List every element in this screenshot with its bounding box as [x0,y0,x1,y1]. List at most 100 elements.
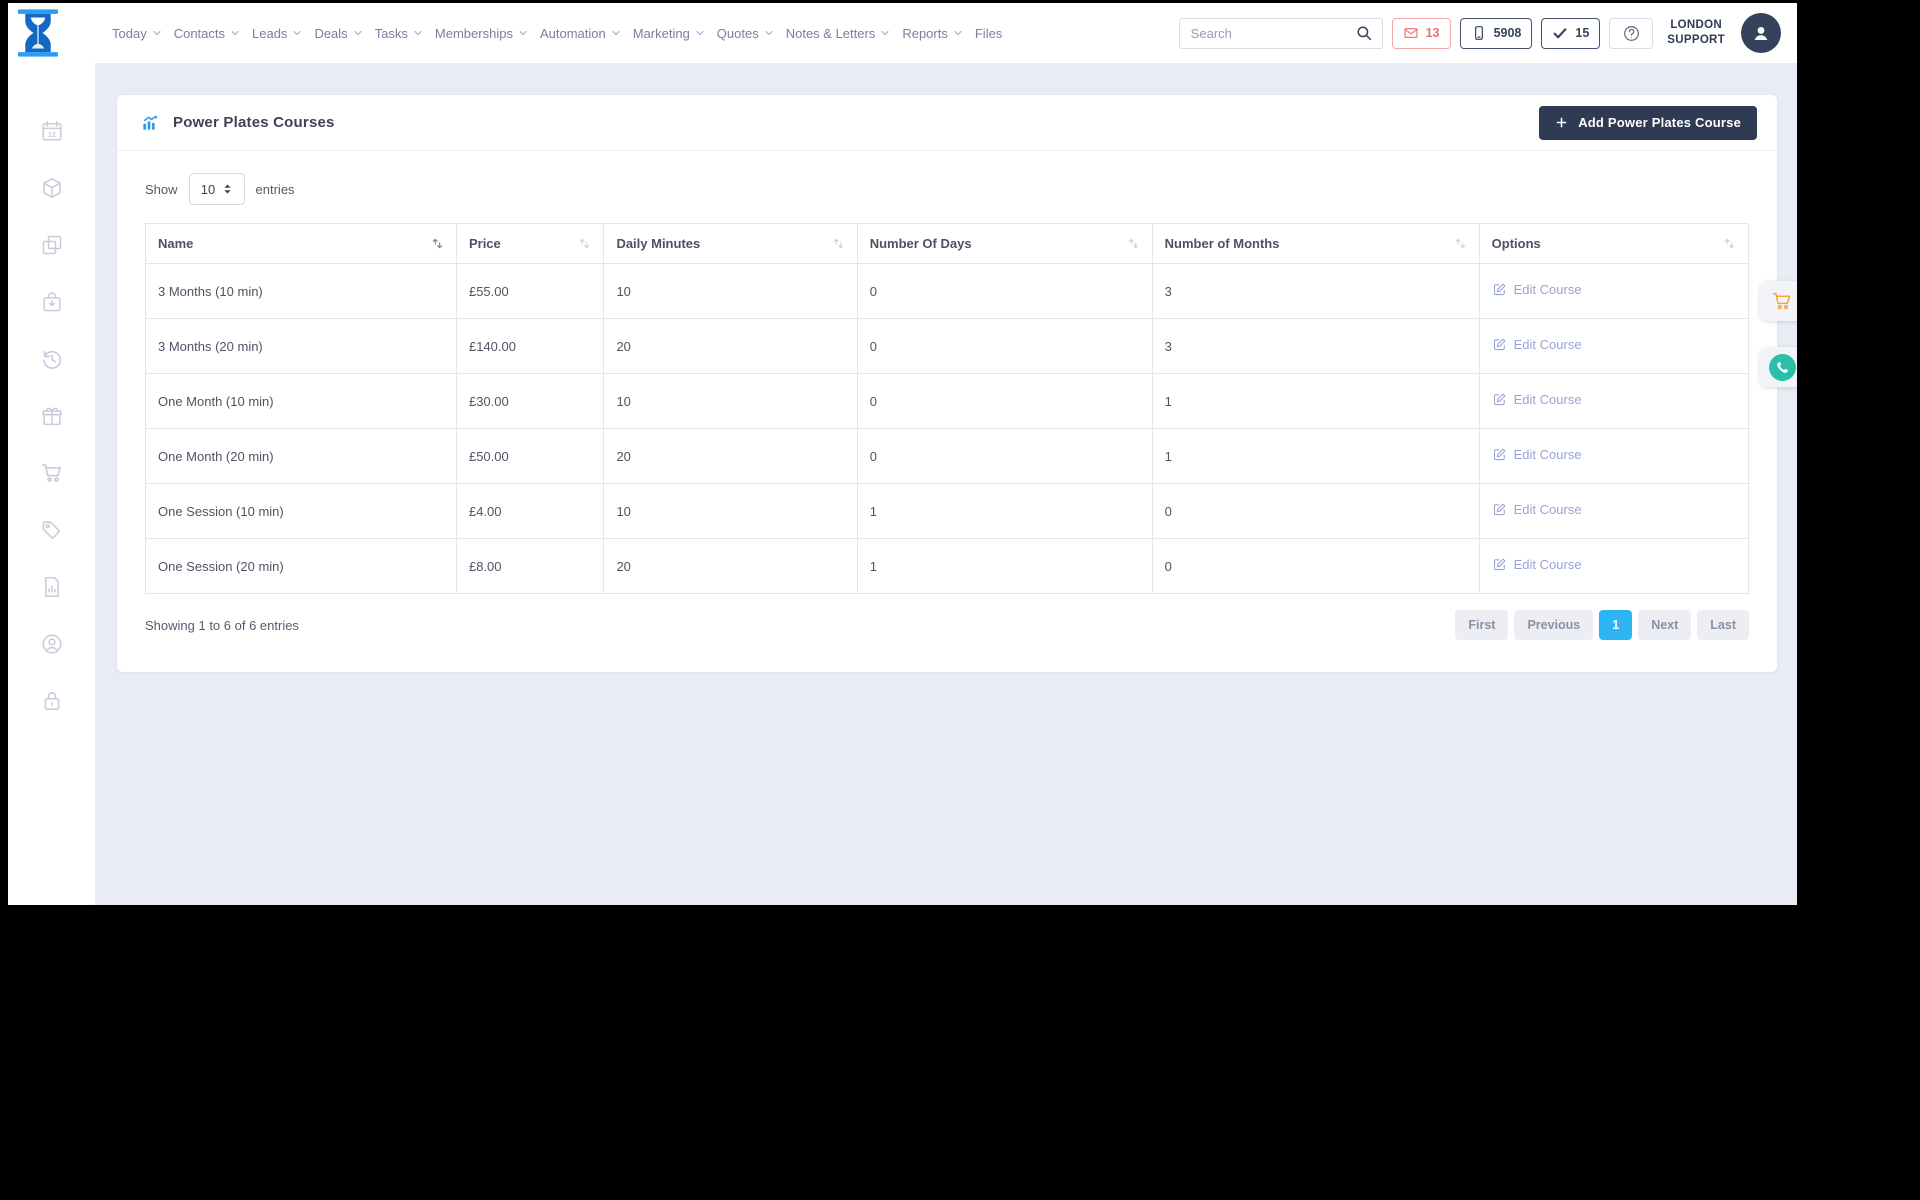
edit-course-label: Edit Course [1513,282,1582,297]
chevron-down-icon [353,28,363,38]
sort-icon [576,236,591,251]
main-content: Power Plates Courses Add Power Plates Co… [95,63,1797,905]
edit-icon [1492,447,1507,462]
account-name-line1: LONDON [1670,19,1722,32]
user-icon [1750,22,1772,44]
page-button-previous[interactable]: Previous [1514,610,1594,640]
cell-name: One Month (20 min) [145,428,457,484]
column-header-options[interactable]: Options [1478,223,1750,264]
cell-daily_minutes: 10 [603,483,858,539]
edit-course-link[interactable]: Edit Course [1492,447,1582,462]
search-input[interactable] [1188,24,1355,42]
sidebar-item-tag[interactable] [40,518,64,542]
search-icon[interactable] [1355,24,1373,42]
nav-item-automation[interactable]: Automation [540,26,621,41]
header-actions: 13 5908 15 LONDON SUPPORT [1178,13,1781,53]
floating-cart-button[interactable] [1760,281,1797,321]
nav-item-label: Marketing [632,25,690,41]
edit-icon [1492,557,1507,572]
nav-item-label: Today [112,25,147,41]
table-row: One Session (10 min) £4.00 10 1 0 Edit Course [145,483,1750,539]
column-header-daily-minutes[interactable]: Daily Minutes [603,223,858,264]
sidebar-item-duplicate[interactable] [40,233,64,257]
nav-item-quotes[interactable]: Quotes [717,26,774,41]
column-header-name[interactable]: Name [145,223,457,264]
floating-phone-button[interactable] [1760,347,1797,387]
cell-options: Edit Course [1478,263,1750,319]
nav-item-label: Reports [902,25,948,41]
app-logo[interactable] [18,8,58,58]
edit-course-link[interactable]: Edit Course [1492,282,1582,297]
cell-daily_minutes: 10 [603,373,858,429]
avatar[interactable] [1741,13,1781,53]
edit-course-link[interactable]: Edit Course [1492,502,1582,517]
add-power-plates-course-button[interactable]: Add Power Plates Course [1539,105,1757,140]
sidebar-item-account[interactable] [40,632,64,656]
cell-name: One Month (10 min) [145,373,457,429]
gift-icon [40,404,64,428]
page-button-first[interactable]: First [1455,610,1509,640]
edit-course-link[interactable]: Edit Course [1492,392,1582,407]
edit-course-link[interactable]: Edit Course [1492,557,1582,572]
column-label: Number of Months [1164,236,1280,251]
cell-options: Edit Course [1478,538,1750,594]
sidebar-item-history[interactable] [40,347,64,371]
edit-course-link[interactable]: Edit Course [1492,337,1582,352]
edit-icon [1492,502,1507,517]
sidebar-item-gift[interactable] [40,404,64,428]
cell-name: 3 Months (20 min) [145,318,457,374]
sidebar-item-report[interactable] [40,575,64,599]
cell-options: Edit Course [1478,373,1750,429]
nav-item-memberships[interactable]: Memberships [435,26,528,41]
nav-item-marketing[interactable]: Marketing [633,26,705,41]
cell-number_of_months: 1 [1151,428,1480,484]
package-icon [40,176,64,200]
header-badges: 13 5908 15 [1391,17,1601,49]
tag-icon [40,518,64,542]
table-length-control: Show 10 entries [145,173,1749,205]
nav-item-leads[interactable]: Leads [252,26,302,41]
chevron-down-icon [292,28,302,38]
sidebar-item-bag[interactable] [40,290,64,314]
mobile-badge[interactable]: 5908 [1459,17,1533,49]
table-row: 3 Months (10 min) £55.00 10 0 3 Edit Course [145,263,1750,319]
nav-item-notes-letters[interactable]: Notes & Letters [786,26,891,41]
nav-item-label: Automation [539,25,606,41]
show-label: Show [145,181,178,197]
nav-item-label: Files [974,25,1003,41]
tasks-badge[interactable]: 15 [1541,17,1601,49]
nav-item-label: Memberships [434,25,513,41]
column-header-number-of-months[interactable]: Number of Months [1151,223,1480,264]
plus-icon [1555,116,1568,129]
page-button-next[interactable]: Next [1638,610,1692,640]
nav-item-deals[interactable]: Deals [314,26,362,41]
page-button-last[interactable]: Last [1697,610,1749,640]
column-header-price[interactable]: Price [455,223,605,264]
nav-item-reports[interactable]: Reports [902,26,963,41]
nav-item-files[interactable]: Files [975,26,1002,41]
chevron-down-icon [695,28,705,38]
column-label: Daily Minutes [616,236,701,251]
mail-badge[interactable]: 13 [1391,17,1451,49]
page-length-value: 10 [200,181,216,197]
column-label: Price [468,236,501,251]
nav-item-contacts[interactable]: Contacts [174,26,240,41]
chevron-down-icon [880,28,890,38]
sidebar-item-calendar[interactable]: 12 [40,119,64,143]
sidebar-item-package[interactable] [40,176,64,200]
page-length-select[interactable]: 10 [188,173,245,205]
nav-item-today[interactable]: Today [112,26,162,41]
chart-icon [141,113,160,132]
help-button[interactable] [1609,17,1654,49]
nav-item-label: Contacts [173,25,226,41]
sidebar: 12 [8,63,95,905]
column-header-number-of-days[interactable]: Number Of Days [856,223,1153,264]
sidebar-item-lock[interactable] [40,689,64,713]
badge-count: 5908 [1493,26,1522,40]
nav-item-label: Quotes [716,25,759,41]
sidebar-item-cart[interactable] [40,461,64,485]
page-button-1[interactable]: 1 [1599,610,1633,640]
nav-item-tasks[interactable]: Tasks [375,26,423,41]
sort-icon [830,236,845,251]
edit-course-label: Edit Course [1513,392,1582,407]
